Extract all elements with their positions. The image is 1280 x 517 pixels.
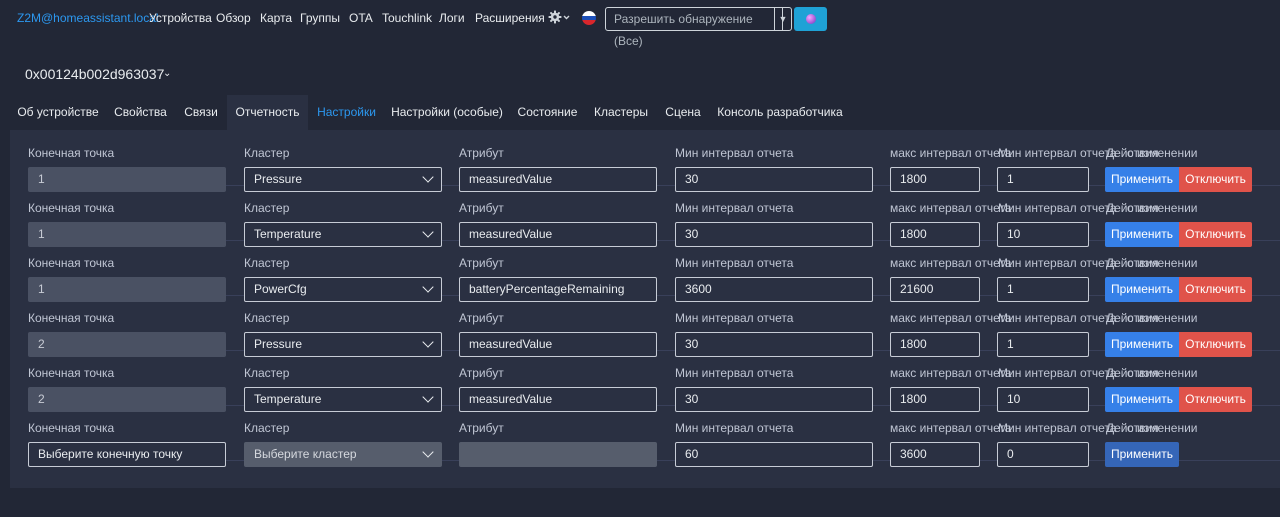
chevron-down-icon — [422, 281, 434, 293]
tab-state[interactable]: Состояние — [509, 95, 586, 130]
max-interval-label: макс интервал отчета — [890, 146, 1012, 160]
min-interval-label: Мин интервал отчета — [675, 366, 794, 380]
min-interval-label: Мин интервал отчета — [675, 256, 794, 270]
apply-button[interactable]: Применить — [1105, 442, 1179, 467]
cluster-value: Temperature — [254, 227, 322, 241]
chevron-down-icon — [422, 171, 434, 183]
min-interval-input[interactable]: 60 — [675, 442, 873, 467]
change-suffix-label: о изменении — [1127, 201, 1198, 215]
min-rep-change-label: Мин интервал отчета — [998, 146, 1117, 160]
endpoint-label: Конечная точка — [28, 421, 115, 435]
permit-join-select[interactable]: Разрешить обнаружение (Все) — [605, 7, 783, 48]
cluster-select[interactable]: Выберите кластер — [244, 442, 442, 467]
attribute-label: Атрибут — [459, 311, 504, 325]
cluster-label: Кластер — [244, 421, 290, 435]
cluster-value: PowerCfg — [254, 282, 307, 296]
max-interval-label: макс интервал отчета — [890, 311, 1012, 325]
min-interval-label: Мин интервал отчета — [675, 146, 794, 160]
tab-settings[interactable]: Настройки — [308, 95, 385, 130]
attribute-label: Атрибут — [459, 421, 504, 435]
brand-link[interactable]: Z2M@homeassistant.local — [17, 11, 159, 25]
tab-clusters[interactable]: Кластеры — [586, 95, 656, 130]
cluster-label: Кластер — [244, 146, 290, 160]
max-interval-label: макс интервал отчета — [890, 366, 1012, 380]
change-suffix-label: о изменении — [1127, 311, 1198, 325]
reporting-row: Конечная точка Кластер Атрибут Мин интервал… — [28, 350, 1280, 412]
cluster-placeholder: Выберите кластер — [254, 447, 357, 461]
chevron-down-icon[interactable]: ▼ — [774, 7, 792, 31]
min-rep-change-label: Мин интервал отчета — [998, 311, 1117, 325]
attribute-label: Атрибут — [459, 256, 504, 270]
cluster-label: Кластер — [244, 256, 290, 270]
min-rep-change-label: Мин интервал отчета — [998, 201, 1117, 215]
tab-scene[interactable]: Сцена — [656, 95, 710, 130]
min-rep-change-input[interactable]: 0 — [997, 442, 1089, 467]
cluster-value: Pressure — [254, 337, 303, 351]
change-suffix-label: о изменении — [1127, 421, 1198, 435]
tab-reporting[interactable]: Отчетность — [227, 95, 308, 130]
cluster-value: Pressure — [254, 172, 303, 186]
endpoint-label: Конечная точка — [28, 146, 115, 160]
min-rep-change-label: Мин интервал отчета — [998, 421, 1117, 435]
min-interval-label: Мин интервал отчета — [675, 421, 794, 435]
chevron-down-icon — [422, 336, 434, 348]
cluster-label: Кластер — [244, 366, 290, 380]
endpoint-label: Конечная точка — [28, 256, 115, 270]
cluster-value: Temperature — [254, 392, 322, 406]
reporting-panel: Конечная точка Кластер Атрибут Мин интервал… — [10, 130, 1280, 488]
max-interval-label: макс интервал отчета — [890, 256, 1012, 270]
gear-icon[interactable] — [548, 9, 570, 27]
nav-logs[interactable]: Логи — [439, 11, 465, 25]
reporting-row: Конечная точка Кластер Атрибут Мин интервал… — [28, 295, 1280, 357]
reporting-row-new: Конечная точка Кластер Атрибут Мин интервал… — [28, 405, 1280, 467]
nav-dashboard[interactable]: Обзор — [216, 11, 251, 25]
reporting-row: Конечная точка Кластер Атрибут Мин интервал… — [28, 130, 1280, 192]
tab-exposes[interactable]: Свойства — [106, 95, 175, 130]
reporting-row: Конечная точка Кластер Атрибут Мин интервал… — [28, 185, 1280, 247]
change-suffix-label: о изменении — [1127, 146, 1198, 160]
nav-ota[interactable]: OTA — [349, 11, 373, 25]
min-interval-label: Мин интервал отчета — [675, 311, 794, 325]
tab-bind[interactable]: Связи — [175, 95, 227, 130]
endpoint-label: Конечная точка — [28, 366, 115, 380]
nav-map[interactable]: Карта — [260, 11, 292, 25]
chevron-down-icon[interactable]: ⌄ — [163, 68, 171, 79]
max-interval-label: макс интервал отчета — [890, 421, 1012, 435]
min-rep-change-label: Мин интервал отчета — [998, 256, 1117, 270]
attribute-label: Атрибут — [459, 366, 504, 380]
zigbee-icon — [806, 14, 816, 24]
endpoint-label: Конечная точка — [28, 311, 115, 325]
nav-extensions[interactable]: Расширения — [475, 11, 545, 25]
max-interval-label: макс интервал отчета — [890, 201, 1012, 215]
min-interval-label: Мин интервал отчета — [675, 201, 794, 215]
nav-groups[interactable]: Группы — [300, 11, 340, 25]
chevron-down-icon — [422, 391, 434, 403]
chevron-down-icon — [422, 226, 434, 238]
cluster-label: Кластер — [244, 201, 290, 215]
tab-dev-console[interactable]: Консоль разработчика — [710, 95, 850, 130]
attribute-label: Атрибут — [459, 201, 504, 215]
chevron-down-icon — [422, 446, 434, 458]
device-title[interactable]: 0x00124b002d963037 — [25, 66, 164, 82]
min-rep-change-label: Мин интервал отчета — [998, 366, 1117, 380]
device-tabs: Об устройстве Свойства Связи Отчетность … — [10, 95, 1280, 131]
endpoint-label: Конечная точка — [28, 201, 115, 215]
change-suffix-label: о изменении — [1127, 366, 1198, 380]
endpoint-select[interactable]: Выберите конечную точку — [28, 442, 226, 467]
attribute-select[interactable] — [459, 442, 657, 467]
flag-ru-icon[interactable] — [582, 11, 596, 25]
nav-touchlink[interactable]: Touchlink — [382, 11, 432, 25]
tab-about[interactable]: Об устройстве — [10, 95, 106, 130]
change-suffix-label: о изменении — [1127, 256, 1198, 270]
permit-join-button[interactable] — [794, 7, 827, 31]
reporting-row: Конечная точка Кластер Атрибут Мин интервал… — [28, 240, 1280, 302]
attribute-label: Атрибут — [459, 146, 504, 160]
max-interval-input[interactable]: 3600 — [890, 442, 980, 467]
cluster-label: Кластер — [244, 311, 290, 325]
tab-settings-specific[interactable]: Настройки (особые) — [385, 95, 509, 130]
top-navbar: Z2M@homeassistant.local Устройства Обзор… — [0, 0, 1280, 48]
nav-devices[interactable]: Устройства — [149, 11, 212, 25]
